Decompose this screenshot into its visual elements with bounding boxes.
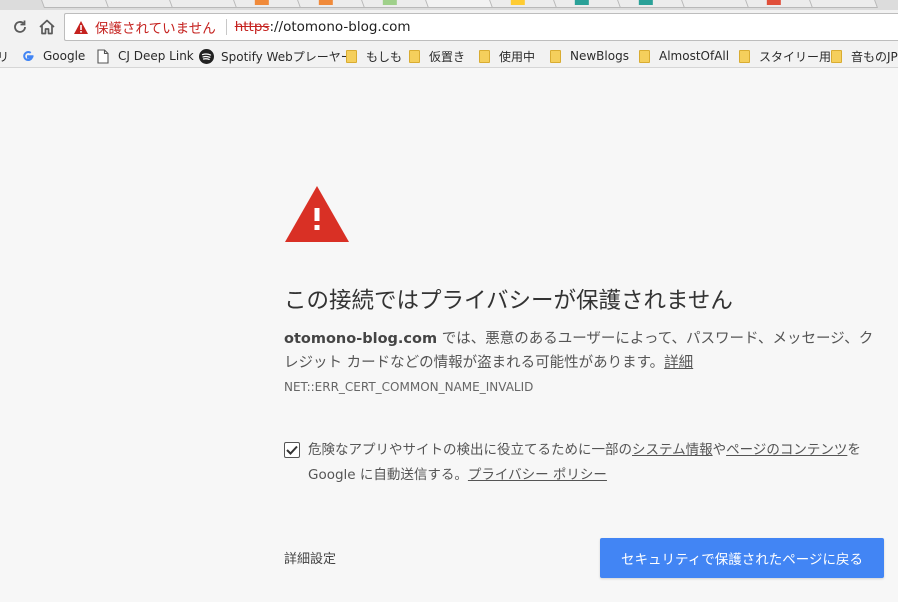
browser-toolbar: 保護されていません https://otomono-blog.com <box>0 10 898 44</box>
bookmark-label: NewBlogs <box>570 49 629 63</box>
bookmark-label: Google <box>43 49 86 63</box>
address-bar[interactable]: 保護されていません https://otomono-blog.com <box>64 13 898 41</box>
security-status-label[interactable]: 保護されていません <box>95 17 216 37</box>
bookmark-folder[interactable]: 使用中 <box>476 44 536 67</box>
bookmark-label: 仮置き <box>429 49 466 64</box>
folder-icon <box>636 48 652 64</box>
bookmark-label: スタイリー用 <box>759 49 832 64</box>
bookmark-label: Spotify Webプレーヤー <box>221 49 353 64</box>
folder-icon <box>406 48 422 64</box>
site-domain: otomono-blog.com <box>284 331 438 347</box>
bookmark-folder[interactable]: 仮置き <box>406 44 466 67</box>
url-text[interactable]: https://otomono-blog.com <box>235 19 411 35</box>
optin-text: や <box>712 442 727 458</box>
reload-icon[interactable] <box>8 15 32 39</box>
privacy-error-page: この接続ではプライバシーが保護されません otomono-blog.com では… <box>0 69 898 602</box>
folder-icon <box>736 48 752 64</box>
bookmarks-bar: リ Google CJ Deep Link Spotify Webプレーヤー も… <box>0 44 898 68</box>
bookmark-folder[interactable]: AlmostOfAll <box>636 44 730 67</box>
browser-tab[interactable] <box>99 0 175 8</box>
folder-icon <box>547 48 563 64</box>
details-link[interactable]: 詳細 <box>664 355 693 371</box>
error-code: NET::ERR_CERT_COMMON_NAME_INVALID <box>284 380 534 394</box>
browser-tab[interactable] <box>547 0 623 8</box>
browser-tab[interactable] <box>803 0 879 8</box>
bookmark-label: CJ Deep Link <box>118 49 194 63</box>
browser-tab[interactable] <box>483 0 559 8</box>
browser-tab[interactable] <box>675 0 751 8</box>
page-icon <box>95 48 111 64</box>
url-host: ://otomono-blog.com <box>269 19 411 35</box>
warning-triangle-icon[interactable] <box>73 19 89 35</box>
browser-tab[interactable] <box>739 0 815 8</box>
back-to-safety-button[interactable]: セキュリティで保護されたページに戻る <box>600 538 884 578</box>
spotify-icon <box>198 48 214 64</box>
bookmark-item[interactable]: リ <box>0 44 9 67</box>
optin-text: 危険なアプリやサイトの検出に役立てるために一部の <box>308 442 632 458</box>
bookmark-label: もしも <box>366 49 403 64</box>
bookmark-label: 音ものJP <box>851 49 898 64</box>
error-description: otomono-blog.com では、悪意のあるユーザーによって、パスワード、… <box>284 327 884 375</box>
bookmark-google[interactable]: Google <box>20 44 86 67</box>
page-title: この接続ではプライバシーが保護されません <box>284 288 733 314</box>
bookmark-folder[interactable]: もしも <box>343 44 403 67</box>
browser-tab[interactable] <box>163 0 239 8</box>
home-icon[interactable] <box>35 15 59 39</box>
browser-tab[interactable] <box>227 0 303 8</box>
bookmark-label: AlmostOfAll <box>659 49 730 63</box>
privacy-policy-link[interactable]: プライバシー ポリシー <box>468 467 607 483</box>
browser-tab[interactable] <box>355 0 431 8</box>
folder-icon <box>343 48 359 64</box>
warning-triangle-icon <box>284 185 350 247</box>
extended-reporting-optin: 危険なアプリやサイトの検出に役立てるために一部のシステム情報やページのコンテンツ… <box>284 438 864 488</box>
advanced-button[interactable]: 詳細設定 <box>284 548 336 567</box>
optin-label: 危険なアプリやサイトの検出に役立てるために一部のシステム情報やページのコンテンツ… <box>308 438 864 488</box>
reporting-checkbox[interactable] <box>284 442 300 458</box>
google-icon <box>20 48 36 64</box>
tab-strip <box>0 0 898 10</box>
url-scheme: https <box>234 19 270 35</box>
folder-icon <box>476 48 492 64</box>
bookmark-label: リ <box>0 48 9 65</box>
system-info-link[interactable]: システム情報 <box>632 442 713 458</box>
browser-tab-active[interactable] <box>419 0 495 8</box>
bookmark-folder[interactable]: 音ものJP <box>828 44 898 67</box>
bookmark-folder[interactable]: スタイリー用 <box>736 44 832 67</box>
page-content-link[interactable]: ページのコンテンツ <box>726 442 847 458</box>
browser-tab[interactable] <box>611 0 687 8</box>
browser-tab[interactable] <box>35 0 111 8</box>
bookmark-cj-deep-link[interactable]: CJ Deep Link <box>95 44 194 67</box>
folder-icon <box>828 48 844 64</box>
bookmark-spotify[interactable]: Spotify Webプレーヤー <box>198 44 353 67</box>
bookmark-folder[interactable]: NewBlogs <box>547 44 629 67</box>
browser-tab[interactable] <box>291 0 367 8</box>
omnibox-divider <box>225 19 227 35</box>
bookmark-label: 使用中 <box>499 49 536 64</box>
